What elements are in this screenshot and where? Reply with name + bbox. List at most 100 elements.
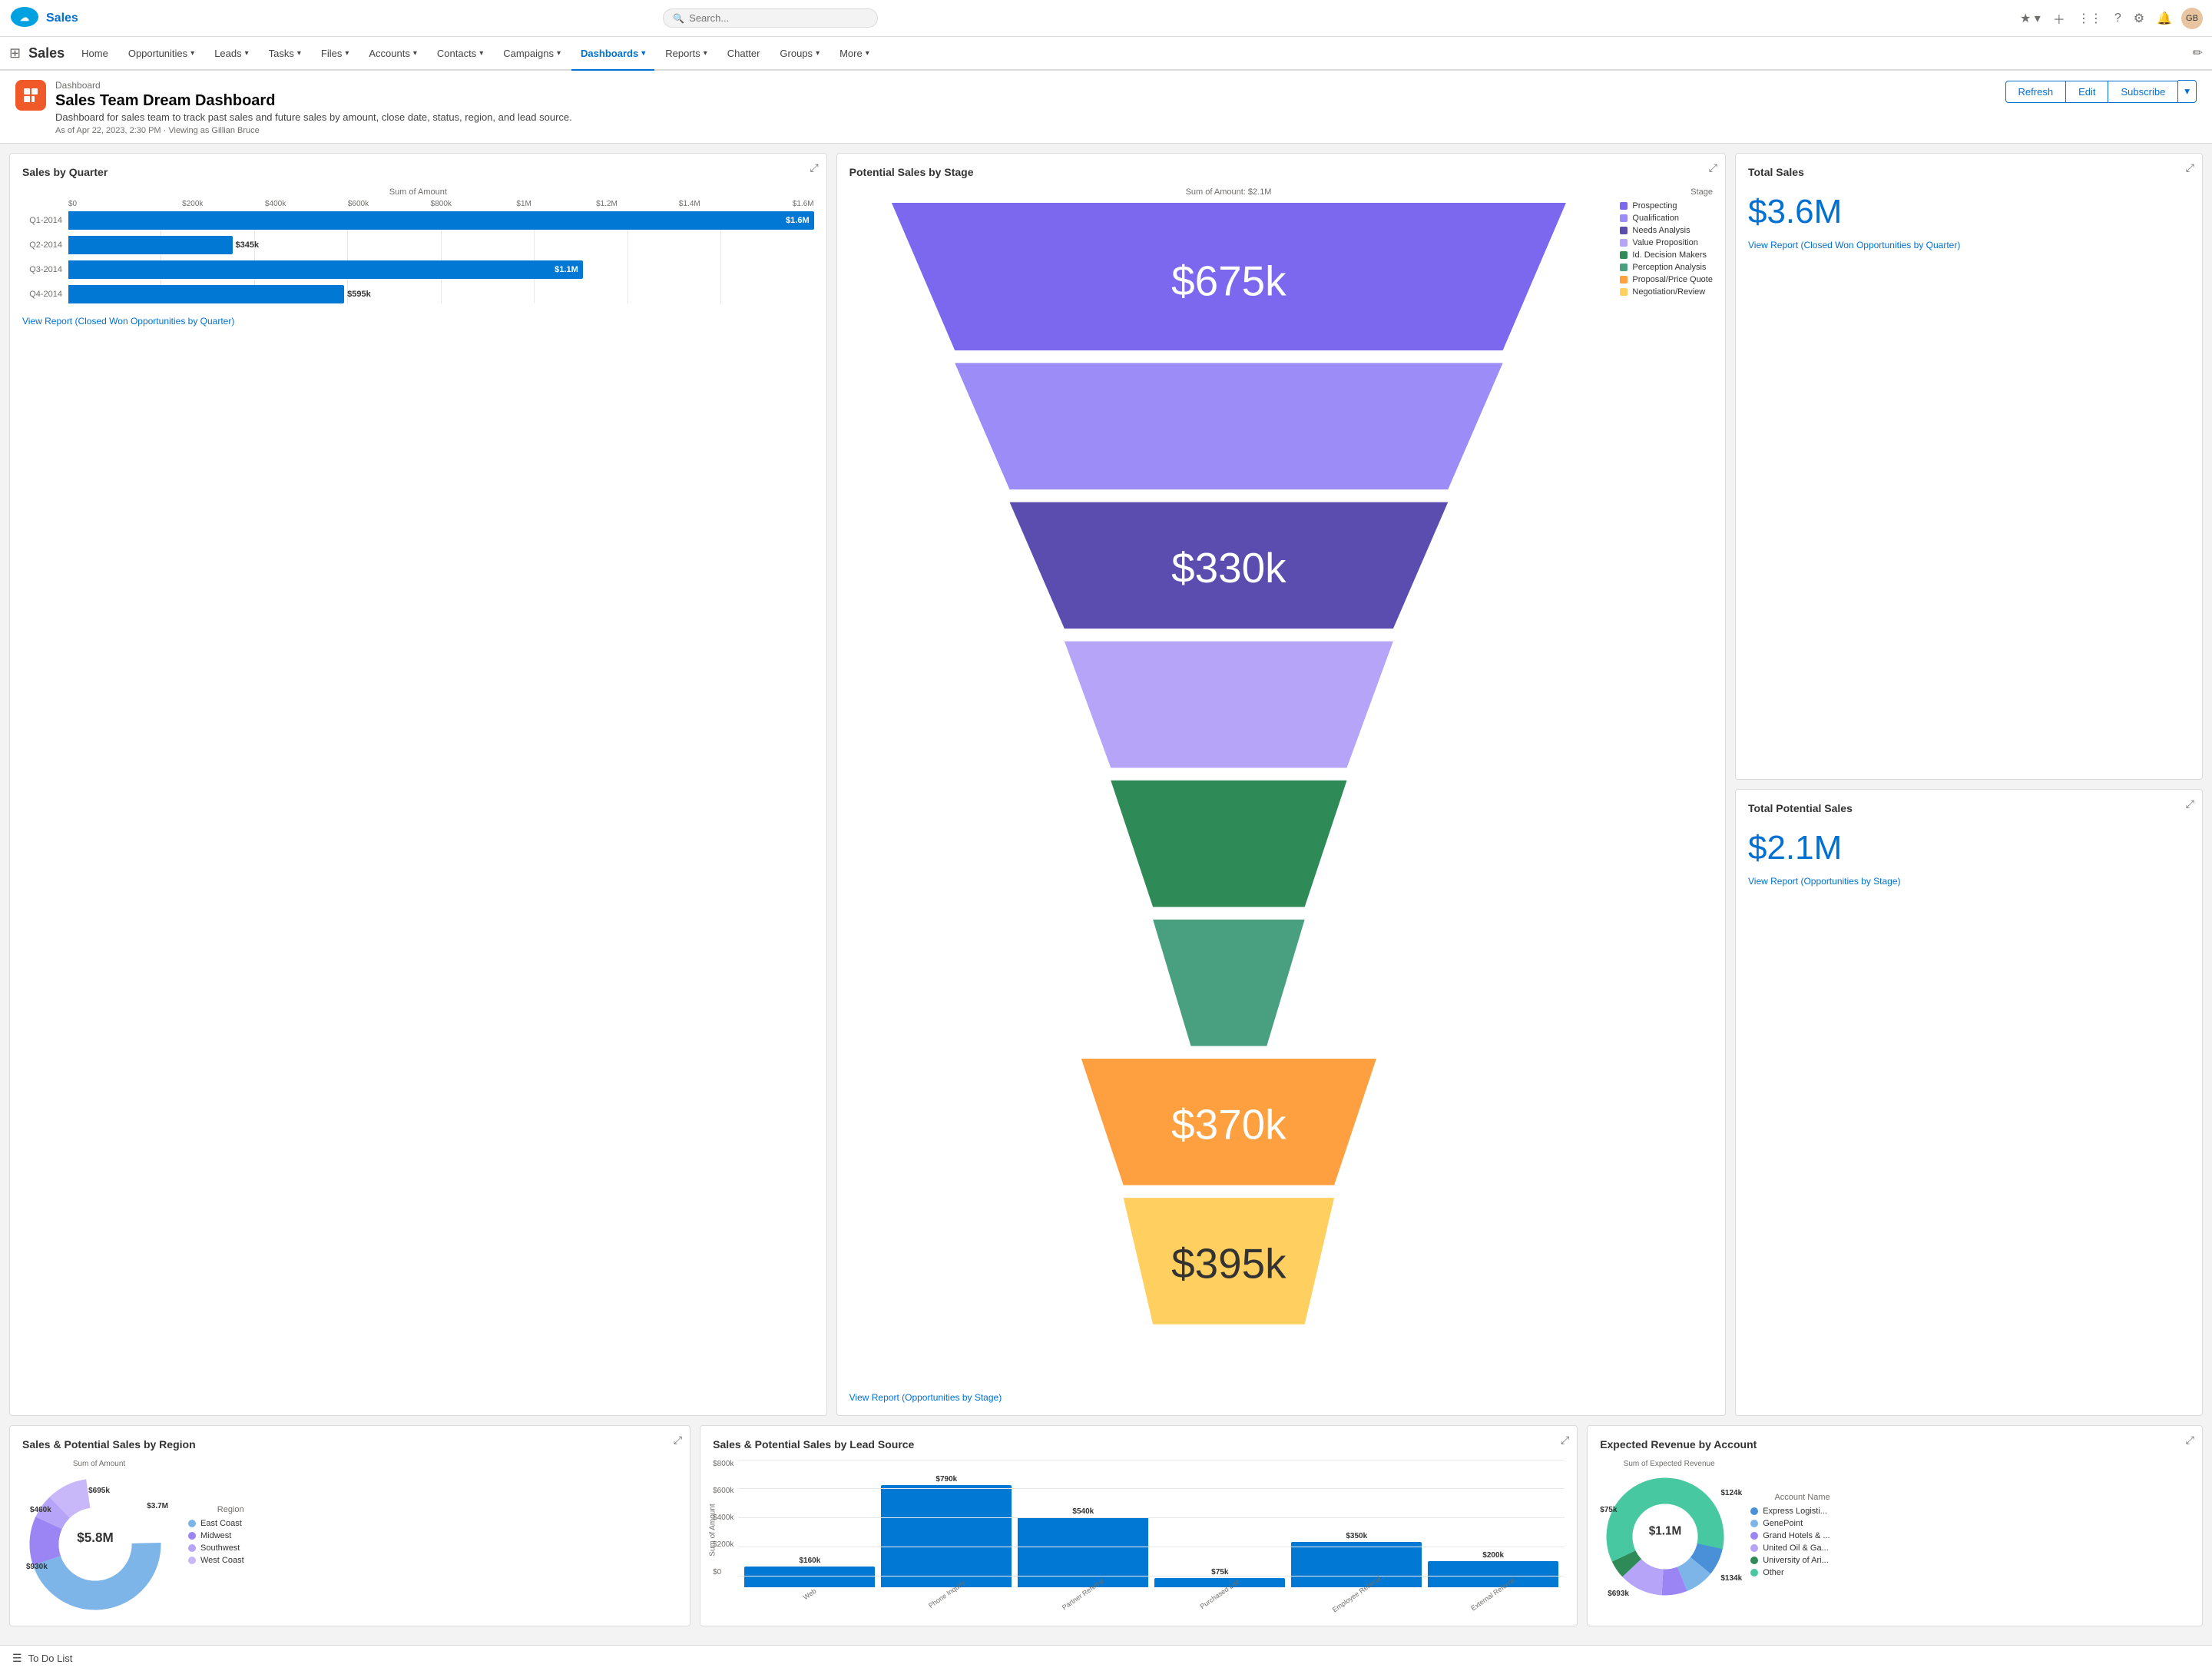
dashboard-row-2: ⤢ Sales & Potential Sales by Region Sum … (9, 1425, 2203, 1626)
nav-edit-button[interactable]: ✏ (2193, 45, 2203, 61)
legend-dot-united-oil (1750, 1544, 1758, 1552)
nav-campaigns[interactable]: Campaigns ▾ (494, 37, 570, 71)
add-button[interactable]: ＋ (2050, 6, 2068, 31)
x-tick-7: $1.4M (648, 200, 731, 208)
footer-bar[interactable]: ☰ To Do List (0, 1645, 2212, 1671)
refresh-button[interactable]: Refresh (2005, 81, 2067, 103)
expand-region-button[interactable]: ⤢ (674, 1434, 682, 1447)
help-button[interactable]: ? (2111, 8, 2124, 28)
quarter-report-link[interactable]: View Report (Closed Won Opportunities by… (22, 316, 814, 327)
subscribe-button[interactable]: Subscribe (2108, 81, 2178, 103)
legend-grand-hotels: Grand Hotels & ... (1750, 1531, 1830, 1540)
expected-val-grand: $75k (1600, 1506, 1617, 1514)
expected-val-united: $134k (1720, 1574, 1742, 1583)
nav-chatter[interactable]: Chatter (718, 37, 770, 71)
legend-perception-analysis: Perception Analysis (1620, 263, 1713, 272)
settings-button[interactable]: ⚙ (2131, 8, 2147, 29)
search-input[interactable] (689, 12, 868, 24)
favorites-button[interactable]: ★ ▾ (2017, 8, 2044, 29)
legend-label-id-decision-makers: Id. Decision Makers (1632, 250, 1707, 260)
nav-accounts[interactable]: Accounts ▾ (359, 37, 426, 71)
bar-group-phone: $790k Phone Inquiry (881, 1475, 1012, 1598)
legend-dot-west-coast (188, 1557, 196, 1564)
nav-opportunities[interactable]: Opportunities ▾ (119, 37, 204, 71)
nav-dashboards-label: Dashboards (581, 48, 638, 59)
waffle-button[interactable]: ⋮⋮ (2075, 8, 2105, 29)
nav-home[interactable]: Home (72, 37, 118, 71)
files-chevron: ▾ (345, 49, 349, 58)
app-grid-button[interactable]: ⊞ (9, 45, 21, 61)
nav-files[interactable]: Files ▾ (312, 37, 358, 71)
expand-stage-button[interactable]: ⤢ (1709, 161, 1717, 174)
bar-group-web: $160k Web (744, 1557, 875, 1598)
dashboard-icon (15, 80, 46, 111)
nav-contacts-label: Contacts (437, 48, 476, 59)
lead-source-bars-container: $160k Web $790k Phone Inquiry $540k (738, 1460, 1565, 1598)
bar-phone (881, 1485, 1012, 1587)
nav-groups[interactable]: Groups ▾ (770, 37, 829, 71)
legend-dot-midwest (188, 1532, 196, 1540)
expected-val-other: $693k (1608, 1590, 1629, 1598)
widget-region: ⤢ Sales & Potential Sales by Region Sum … (9, 1425, 690, 1626)
edit-button[interactable]: Edit (2066, 81, 2108, 103)
bar-label-web: Web (802, 1586, 818, 1601)
legend-express: Express Logisti... (1750, 1507, 1830, 1516)
nav-dashboards[interactable]: Dashboards ▾ (571, 37, 654, 71)
legend-label-midwest: Midwest (200, 1531, 231, 1540)
avatar[interactable]: GB (2181, 8, 2203, 29)
lead-source-y-label: Sum of Amount (709, 1504, 717, 1556)
bar-fill-q4: $595k (68, 285, 344, 303)
expand-quarter-button[interactable]: ⤢ (810, 161, 818, 174)
nav-reports[interactable]: Reports ▾ (656, 37, 717, 71)
nav-contacts[interactable]: Contacts ▾ (428, 37, 492, 71)
widget-quarter-title: Sales by Quarter (22, 166, 814, 178)
legend-dot-other (1750, 1569, 1758, 1577)
notification-button[interactable]: 🔔 (2154, 8, 2175, 29)
bar-container-q3: $1.1M (68, 260, 814, 279)
total-potential-link[interactable]: View Report (Opportunities by Stage) (1748, 876, 2190, 887)
bar-label-q2: Q2-2014 (22, 240, 62, 250)
expand-total-sales-button[interactable]: ⤢ (2186, 161, 2194, 174)
dashboard-meta: As of Apr 22, 2023, 2:30 PM · Viewing as… (55, 126, 572, 135)
actions-dropdown-button[interactable]: ▾ (2178, 80, 2197, 103)
dashboard-title: Sales Team Dream Dashboard (55, 92, 572, 110)
total-sales-link[interactable]: View Report (Closed Won Opportunities by… (1748, 240, 2190, 250)
nav-opportunities-label: Opportunities (128, 48, 187, 59)
bar-value-q4: $595k (347, 290, 371, 299)
stage-report-link[interactable]: View Report (Opportunities by Stage) (849, 1392, 1713, 1403)
dashboard-body: ⤢ Sales by Quarter Sum of Amount $0 $200… (0, 144, 2212, 1645)
expand-lead-source-button[interactable]: ⤢ (1561, 1434, 1569, 1447)
nav-more[interactable]: More ▾ (830, 37, 879, 71)
total-potential-title: Total Potential Sales (1748, 802, 2190, 814)
nav-campaigns-label: Campaigns (503, 48, 554, 59)
expand-expected-button[interactable]: ⤢ (2186, 1434, 2194, 1447)
region-axis-label: Sum of Amount (22, 1460, 176, 1468)
bar-value-q1: $1.6M (786, 216, 810, 225)
funnel-chart: Sum of Amount: $2.1M $675k $330k (849, 187, 1608, 1386)
expected-legend: Account Name Express Logisti... GenePoin… (1750, 1493, 1830, 1580)
svg-text:$370k: $370k (1171, 1100, 1286, 1148)
total-sales-value: $3.6M (1748, 194, 2190, 230)
dashboard-header-left: Dashboard Sales Team Dream Dashboard Das… (15, 80, 572, 135)
legend-label-needs-analysis: Needs Analysis (1632, 226, 1690, 235)
bar-label-q4: Q4-2014 (22, 290, 62, 299)
legend-label-united-oil: United Oil & Ga... (1763, 1543, 1829, 1553)
widget-lead-source: ⤢ Sales & Potential Sales by Lead Source… (700, 1425, 1578, 1626)
expand-total-potential-button[interactable]: ⤢ (2186, 797, 2194, 811)
legend-label-grand-hotels: Grand Hotels & ... (1763, 1531, 1830, 1540)
nav-reports-label: Reports (665, 48, 700, 59)
x-tick-6: $1.2M (565, 200, 648, 208)
total-sales-title: Total Sales (1748, 166, 2190, 178)
nav-tasks[interactable]: Tasks ▾ (260, 37, 310, 71)
legend-dot-express (1750, 1507, 1758, 1515)
legend-value-proposition: Value Proposition (1620, 238, 1713, 247)
bar-val-phone: $790k (935, 1475, 957, 1484)
stage-chart-area: Sum of Amount: $2.1M $675k $330k (849, 187, 1713, 1386)
opportunities-chevron: ▾ (190, 49, 194, 58)
legend-label-value-proposition: Value Proposition (1632, 238, 1697, 247)
legend-label-prospecting: Prospecting (1632, 201, 1677, 211)
bar-fill-q3: $1.1M (68, 260, 583, 279)
nav-leads[interactable]: Leads ▾ (205, 37, 257, 71)
search-bar[interactable]: 🔍 (663, 8, 878, 28)
dashboard-row-1: ⤢ Sales by Quarter Sum of Amount $0 $200… (9, 153, 2203, 1416)
